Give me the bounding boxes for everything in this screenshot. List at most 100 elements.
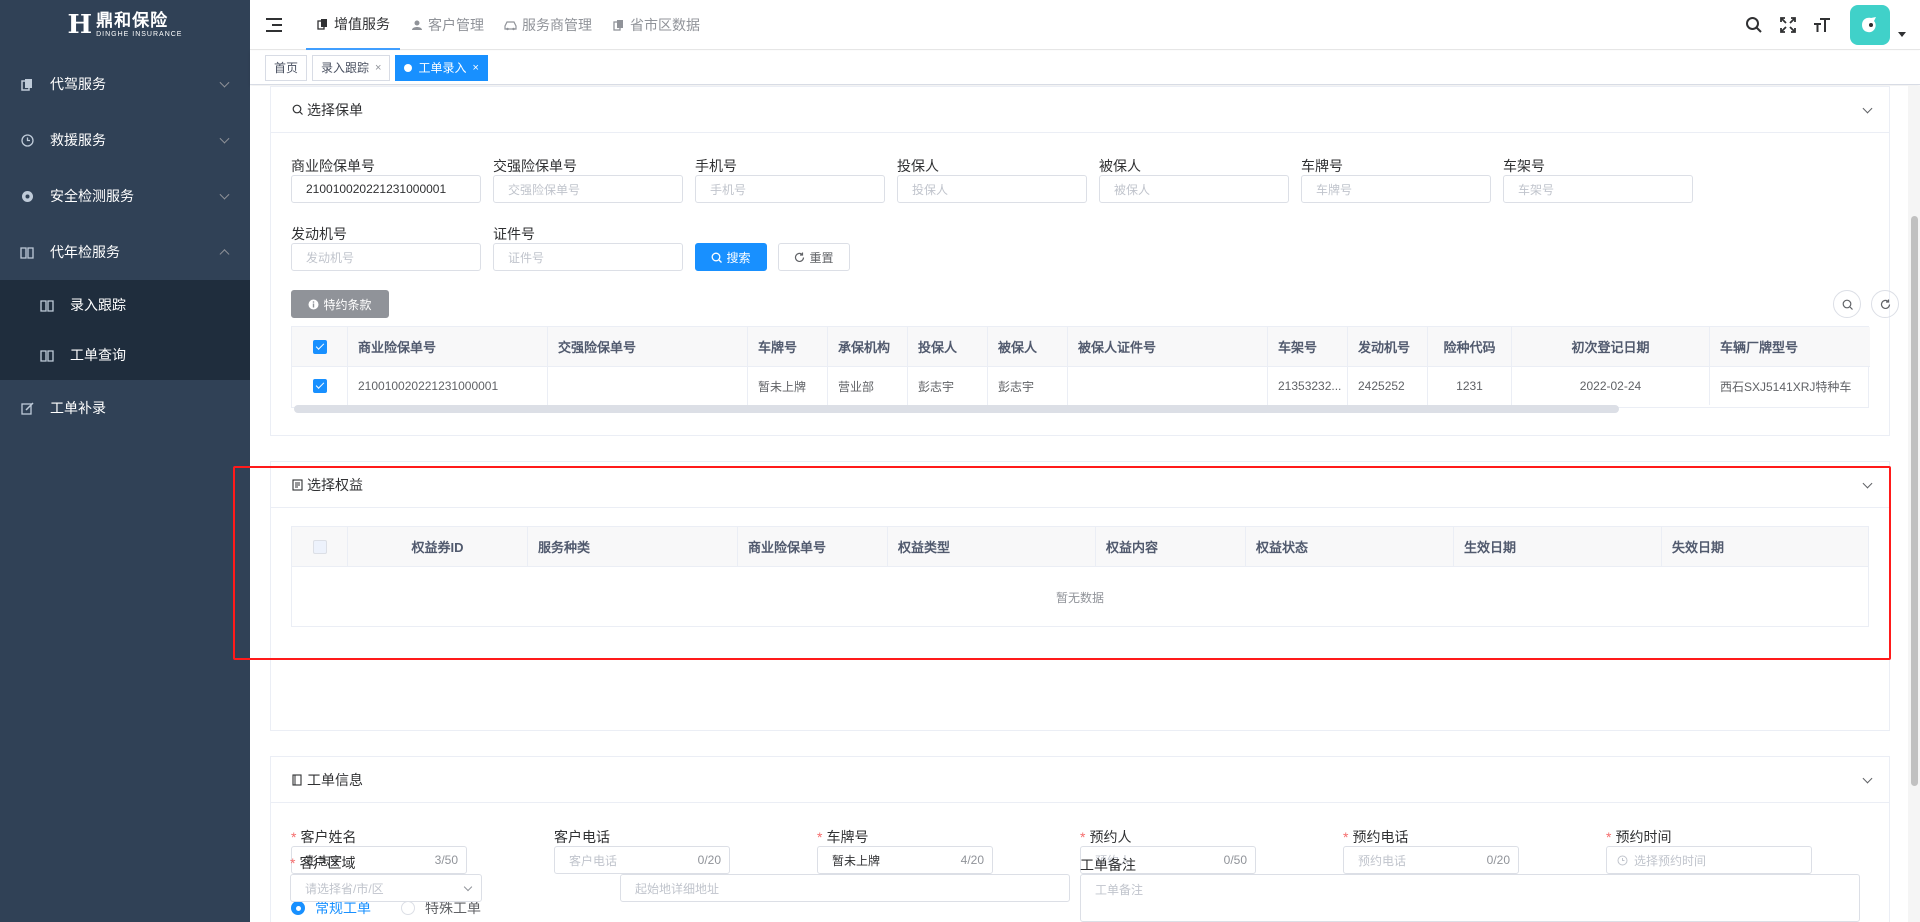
plate-input[interactable]: 车牌号 [1301,175,1491,203]
font-size-icon[interactable] [1812,15,1832,35]
sidebar-subitem-label: 工单查询 [70,347,126,363]
sidebar-item-driving[interactable]: 代驾服务 [0,56,250,112]
row-checkbox[interactable] [312,379,327,393]
sidebar: H 鼎和保险 DINGHE INSURANCE 代驾服务 救援服务 安全检测服务… [0,0,250,922]
required-mark: * [1343,829,1349,845]
policy-card: 选择保单 商业险保单号 210010020221231000001 交强险保单号… [270,86,1899,436]
table-header-row: 商业险保单号 交强险保单号 车牌号 承保机构 投保人 被保人 被保人证件号 车架… [292,327,1870,367]
insured-input[interactable]: 被保人 [1099,175,1289,203]
column-header[interactable]: 承保机构 [828,327,908,367]
logo-mark: H [67,10,93,40]
chevron-down-icon[interactable] [1862,103,1873,114]
customer-phone-input[interactable]: 客户电话 0/20 [554,846,730,874]
tab-customers[interactable]: 客户管理 [400,0,494,50]
refresh-icon [1880,299,1890,309]
edit-icon [20,401,34,415]
chevron-down-icon[interactable] [1862,773,1873,784]
required-mark: * [1606,829,1612,845]
sidebar-subitem-tracking[interactable]: 录入跟踪 [0,280,250,330]
sidebar-item-label: 代驾服务 [50,76,106,92]
cert-input[interactable]: 证件号 [493,243,683,271]
avatar[interactable] [1850,5,1890,45]
reset-button[interactable]: 重置 [778,243,850,271]
table-search-button[interactable] [1833,290,1861,318]
policy-card-header[interactable]: 选择保单 [271,87,1889,133]
search-button[interactable]: 搜索 [695,243,767,271]
search-icon[interactable] [1744,15,1764,35]
remark-label: 工单备注 [1080,857,1136,873]
scrollbar-thumb[interactable] [1911,216,1918,786]
order-card-header[interactable]: 工单信息 [271,757,1889,803]
special-terms-button[interactable]: 特约条款 [291,290,389,318]
sidebar-subitem-query[interactable]: 工单查询 [0,330,250,380]
row-select-cell[interactable] [292,367,348,405]
table-cell [548,367,748,405]
commercial-policy-label: 商业险保单号 [291,158,375,174]
column-header[interactable]: 车辆厂牌型号 [1710,327,1870,367]
copy-icon [612,18,625,31]
commercial-policy-input[interactable]: 210010020221231000001 [291,175,481,203]
column-header[interactable]: 车牌号 [748,327,828,367]
caret-down-icon[interactable] [1898,31,1906,37]
tab-regions[interactable]: 省市区数据 [602,0,710,50]
column-header[interactable]: 初次登记日期 [1512,327,1710,367]
sidebar-item-inspection[interactable]: 代年检服务 [0,224,250,280]
select-all-cell[interactable] [292,327,348,367]
fullscreen-icon[interactable] [1778,15,1798,35]
compulsory-policy-input[interactable]: 交强险保单号 [493,175,683,203]
tags-view: 首页 录入跟踪 × 工单录入 × [250,51,1920,85]
column-header[interactable]: 交强险保单号 [548,327,748,367]
vin-input[interactable]: 车架号 [1503,175,1693,203]
select-all-checkbox[interactable] [312,339,327,354]
hamburger-icon[interactable] [266,17,282,32]
select-placeholder: 请选择省/市/区 [305,881,384,896]
tag-tracking[interactable]: 录入跟踪 × [312,54,391,81]
tag-home[interactable]: 首页 [265,54,308,81]
region-select[interactable]: 请选择省/市/区 [290,874,482,902]
address-input[interactable]: 起始地详细地址 [620,874,1070,902]
close-icon[interactable]: × [472,62,478,74]
search-icon [1842,299,1853,310]
region-label: * 客户区域 [290,853,355,873]
top-navbar: 增值服务 客户管理 服务商管理 省市区数据 [250,0,1920,50]
applicant-label: 投保人 [897,158,939,174]
label-text: 预约时间 [1615,829,1672,845]
chevron-down-icon [219,189,230,200]
tab-providers[interactable]: 服务商管理 [494,0,602,50]
tab-value-added[interactable]: 增值服务 [306,0,400,50]
vin-label: 车架号 [1503,158,1545,174]
column-header[interactable]: 被保人证件号 [1068,327,1268,367]
book-icon [291,773,303,786]
special-terms-label: 特约条款 [323,297,372,312]
column-header[interactable]: 发动机号 [1348,327,1428,367]
horizontal-scrollbar[interactable] [294,405,1619,413]
column-header[interactable]: 险种代码 [1428,327,1512,367]
tag-order-entry[interactable]: 工单录入 × [395,54,488,81]
char-count: 3/50 [434,853,458,867]
sidebar-item-rescue[interactable]: 救援服务 [0,112,250,168]
close-icon[interactable]: × [375,62,381,74]
table-cell: 暂未上牌 [748,367,828,405]
label-text: 车牌号 [826,829,869,845]
booking-time-input[interactable]: 选择预约时间 [1606,846,1812,874]
table-cell: 营业部 [828,367,908,405]
booker-phone-input[interactable]: 预约电话 0/20 [1343,846,1519,874]
phone-input[interactable]: 手机号 [695,175,885,203]
table-refresh-button[interactable] [1871,290,1899,318]
table-row[interactable]: 210010020221231000001 暂未上牌 营业部 彭志宇 彭志宇 2… [292,367,1870,405]
required-mark: * [1080,829,1086,845]
order-plate-input[interactable]: 暂未上牌 4/20 [817,846,993,874]
column-header[interactable]: 被保人 [988,327,1068,367]
column-header[interactable]: 投保人 [908,327,988,367]
table-cell: 21353232... [1268,367,1348,405]
engine-input[interactable]: 发动机号 [291,243,481,271]
sidebar-item-supplement[interactable]: 工单补录 [0,380,250,436]
sidebar-item-safety[interactable]: 安全检测服务 [0,168,250,224]
car-icon [504,18,517,31]
column-header[interactable]: 商业险保单号 [348,327,548,367]
applicant-input[interactable]: 投保人 [897,175,1087,203]
vertical-scrollbar[interactable] [1908,86,1920,922]
copy-icon [20,77,34,91]
column-header[interactable]: 车架号 [1268,327,1348,367]
remark-textarea[interactable]: 工单备注 [1080,874,1860,922]
